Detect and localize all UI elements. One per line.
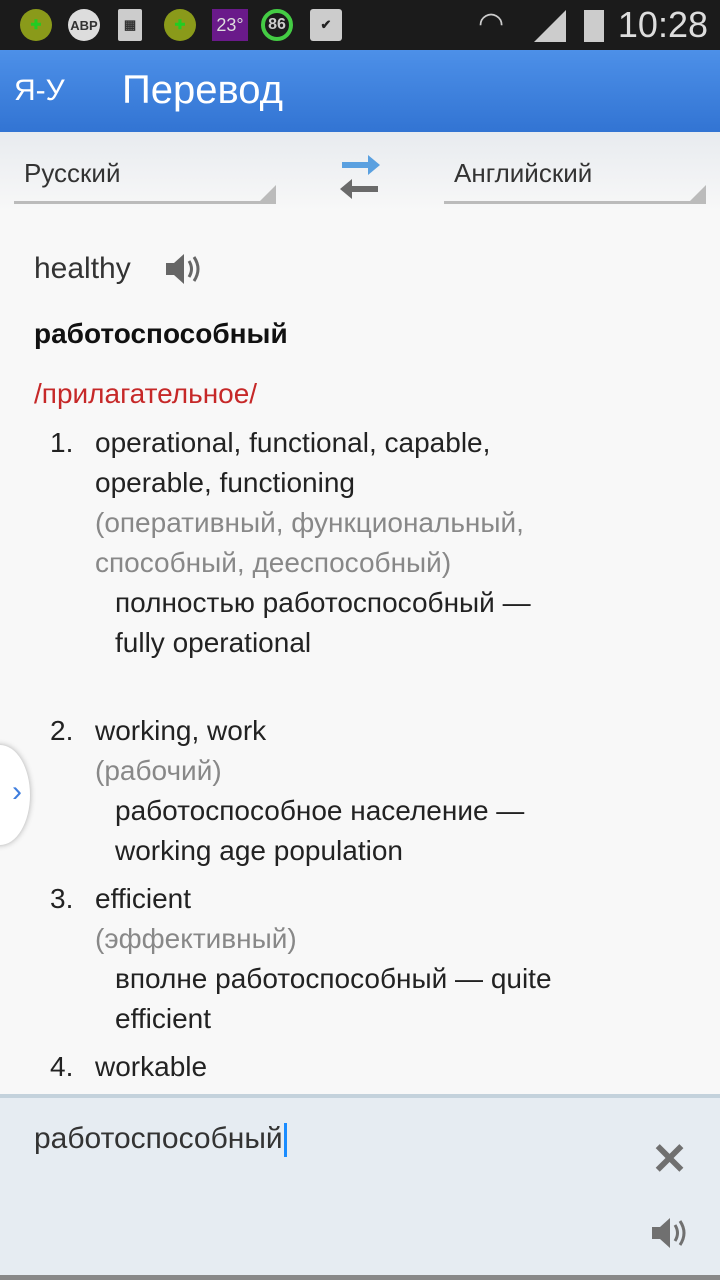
signal-icon (534, 10, 566, 42)
shopping-bag-icon: ✔ (310, 9, 342, 41)
sim-icon: ▦ (118, 9, 142, 41)
sense-text: working, work (95, 715, 267, 746)
sense-item: 1. operational, functional, capable, ope… (0, 423, 720, 663)
clear-icon[interactable]: ✕ (651, 1134, 688, 1185)
sense-number: 2. (50, 715, 74, 746)
sense-number: 1. (50, 427, 74, 458)
sense-text: workable (95, 1051, 208, 1082)
input-panel: работоспособный ✕ (0, 1094, 720, 1280)
chevron-right-icon: › (12, 775, 22, 808)
clock: 10:28 (617, 4, 708, 45)
source-language-select[interactable]: Русский (14, 158, 276, 204)
target-language-select[interactable]: Английский (444, 158, 706, 204)
battery-circle-icon: 86 (261, 9, 293, 41)
text-caret (283, 1123, 287, 1158)
speaker-icon[interactable] (164, 252, 204, 286)
speaker-icon[interactable] (650, 1216, 690, 1250)
plus-app-check-icon: ✚ (164, 9, 196, 41)
weather-icon: 23° (212, 9, 248, 41)
sense-item: 4. workable (0, 1047, 720, 1087)
sense-gloss: (рабочий) (95, 755, 222, 786)
app-logo[interactable]: Я-У (14, 74, 65, 108)
target-language-label: Английский (454, 158, 593, 188)
abp-icon: ABP (68, 9, 100, 41)
sense-example: работоспособное население — working age … (115, 795, 525, 866)
app-bar: Я-У Перевод (0, 50, 720, 132)
source-language-label: Русский (24, 158, 121, 188)
input-text: работоспособный (34, 1122, 283, 1155)
sense-item: 3. efficient (эффективный) вполне работо… (0, 879, 720, 1039)
page-title: Перевод (122, 68, 283, 112)
sense-item: 2. working, work (рабочий) работоспособн… (0, 711, 720, 871)
sense-number: 3. (50, 883, 74, 914)
source-word: healthy (34, 252, 131, 285)
swap-languages-icon[interactable] (338, 154, 382, 200)
sense-example: вполне работоспособный — quite efficient (115, 963, 552, 1034)
plus-app-icon: ✚ (20, 9, 52, 41)
translation-headword: работоспособный (34, 318, 288, 349)
battery-icon (584, 10, 604, 42)
status-bar: ✚ ABP ▦ ✚ 23° 86 ✔ ◠ 10:28 (0, 0, 720, 50)
sense-gloss: (эффективный) (95, 923, 297, 954)
language-selector-row: Русский Английский (0, 132, 720, 212)
wifi-icon: ◠ (478, 7, 505, 40)
part-of-speech: /прилагательное/ (34, 378, 258, 409)
sense-text: operational, functional, capable, operab… (95, 427, 491, 498)
search-input[interactable]: работоспособный (34, 1122, 287, 1158)
sense-example: полностью работоспособный — fully operat… (115, 587, 531, 658)
sense-text: efficient (95, 883, 191, 914)
sense-number: 4. (50, 1051, 74, 1082)
sense-gloss: (оперативный, функциональный, способный,… (95, 507, 524, 578)
